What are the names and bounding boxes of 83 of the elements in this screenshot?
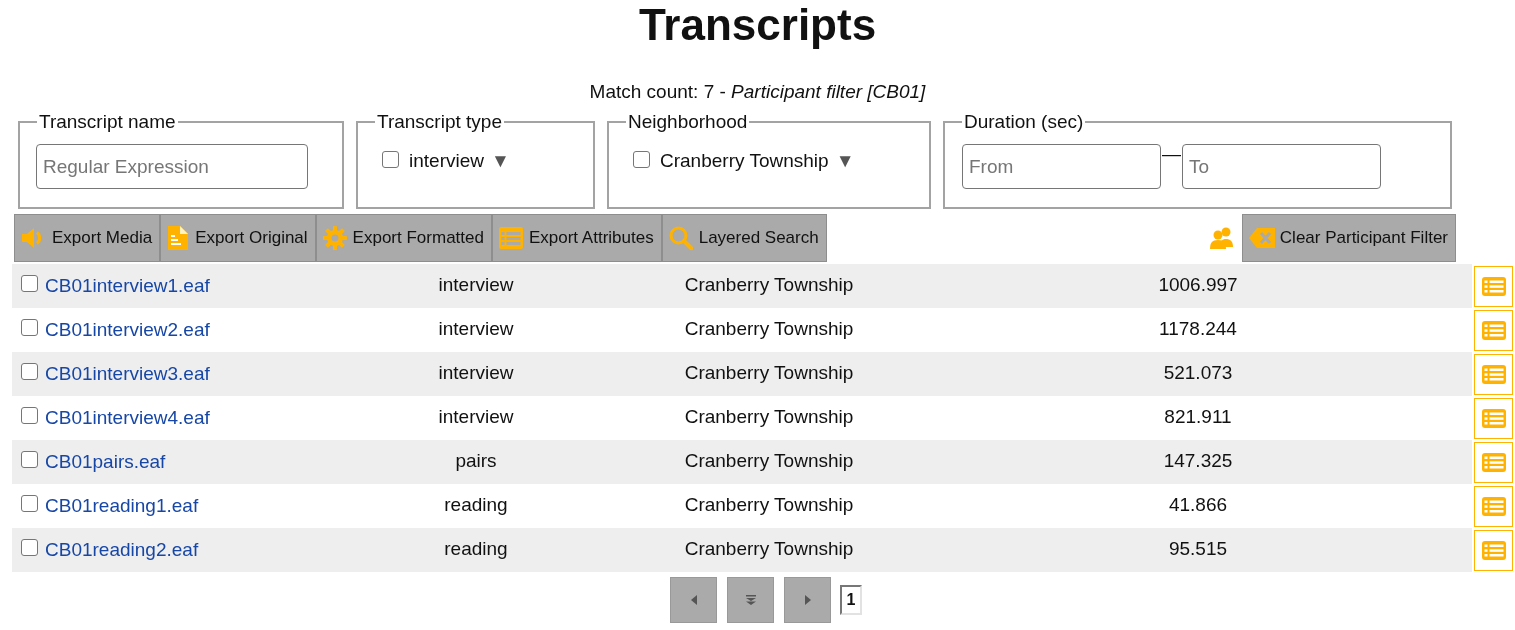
type-cell: interview	[438, 360, 514, 385]
row-action-button[interactable]	[1474, 485, 1513, 527]
row-action-button[interactable]	[1474, 397, 1513, 439]
users-icon[interactable]	[1209, 227, 1234, 249]
type-cell: pairs	[455, 448, 497, 473]
backspace-icon	[1248, 228, 1275, 248]
list-icon	[1481, 364, 1506, 384]
duration-cell: 821.911	[1164, 404, 1232, 429]
file-link[interactable]: CB01interview2.eaf	[45, 318, 210, 342]
range-separator: —	[1162, 144, 1181, 164]
neighborhood-cell: Cranberry Township	[684, 404, 854, 429]
export-button[interactable]: Export Formatted	[315, 214, 492, 262]
dropdown-arrow[interactable]: ▼	[491, 149, 510, 173]
row-action-button[interactable]	[1474, 529, 1513, 571]
list-icon	[1481, 320, 1506, 340]
row-action-button[interactable]	[1474, 309, 1513, 351]
checkbox[interactable]	[382, 150, 399, 168]
export-button[interactable]: Export Media	[14, 214, 161, 262]
neighborhood-cell: Cranberry Township	[684, 316, 854, 341]
checkbox[interactable]	[21, 275, 38, 292]
file-link[interactable]: CB01pairs.eaf	[45, 450, 166, 474]
type-cell: reading	[444, 536, 508, 561]
duration-cell: 1006.997	[1158, 272, 1238, 297]
file-link[interactable]: CB01interview1.eaf	[45, 274, 210, 298]
next-page-button[interactable]	[784, 577, 831, 623]
type-cell: interview	[438, 316, 514, 341]
table-icon	[498, 227, 523, 249]
clear-filter-button[interactable]: Clear Participant Filter	[1241, 214, 1456, 262]
search-icon	[668, 226, 693, 250]
list-icon	[1481, 276, 1506, 296]
row-action-button[interactable]	[1474, 265, 1513, 307]
from-field[interactable]: From	[962, 144, 1161, 189]
duration-cell: 95.515	[1168, 536, 1228, 561]
export-button[interactable]: Export Original	[160, 214, 316, 262]
checkbox[interactable]	[21, 451, 38, 468]
page-number-field[interactable]: 1	[840, 585, 862, 615]
duration-cell: 147.325	[1163, 448, 1233, 473]
to-field[interactable]: To	[1182, 144, 1381, 189]
search-button[interactable]: Layered Search	[661, 214, 827, 262]
type-cell: interview	[438, 272, 514, 297]
filter-label: Duration (sec)	[963, 111, 1085, 133]
duration-cell: 521.073	[1163, 360, 1233, 385]
page-title: Transcripts	[638, 0, 877, 50]
neighborhood-cell: Cranberry Township	[684, 536, 854, 561]
duration-cell: 41.866	[1168, 492, 1228, 517]
duration-cell: 1178.244	[1159, 316, 1237, 341]
filter-label: Neighborhood	[627, 111, 749, 133]
export-button[interactable]: Export Attributes	[491, 214, 662, 262]
checkbox[interactable]	[21, 407, 38, 424]
checkbox[interactable]	[21, 495, 38, 512]
document-icon	[167, 226, 190, 250]
neighborhood-cell: Cranberry Township	[684, 360, 854, 385]
list-icon	[1481, 496, 1506, 516]
option-label: Cranberry Township	[660, 149, 829, 173]
neighborhood-cell: Cranberry Township	[684, 448, 854, 473]
checkbox[interactable]	[633, 150, 650, 168]
file-link[interactable]: CB01reading2.eaf	[45, 538, 199, 562]
file-link[interactable]: CB01reading1.eaf	[45, 494, 199, 518]
filter-label: Transcript name	[38, 111, 177, 133]
row-action-button[interactable]	[1474, 353, 1513, 395]
dropdown-arrow[interactable]: ▼	[835, 149, 855, 173]
row-action-button[interactable]	[1474, 441, 1513, 483]
text-field[interactable]: Regular Expression	[36, 144, 308, 189]
list-icon	[1481, 408, 1506, 428]
neighborhood-cell: Cranberry Township	[684, 492, 854, 517]
previous-page-button[interactable]	[670, 577, 717, 623]
last-page-button[interactable]	[727, 577, 774, 623]
type-cell: interview	[438, 404, 514, 429]
match-count-text: Match count: 7 - Participant filter [CB01]	[589, 80, 926, 104]
checkbox[interactable]	[21, 539, 38, 556]
file-link[interactable]: CB01interview4.eaf	[45, 406, 210, 430]
list-icon	[1481, 540, 1506, 560]
list-icon	[1481, 452, 1506, 472]
caret-right-icon	[804, 595, 811, 605]
file-link[interactable]: CB01interview3.eaf	[45, 362, 210, 386]
neighborhood-cell: Cranberry Township	[684, 272, 854, 297]
double-chevron-down-icon	[745, 595, 756, 605]
checkbox[interactable]	[21, 319, 38, 336]
filter-label: Transcript type	[376, 111, 503, 133]
option-label: interview	[409, 149, 484, 173]
caret-left-icon	[690, 595, 697, 605]
checkbox[interactable]	[21, 363, 38, 380]
type-cell: reading	[444, 492, 508, 517]
